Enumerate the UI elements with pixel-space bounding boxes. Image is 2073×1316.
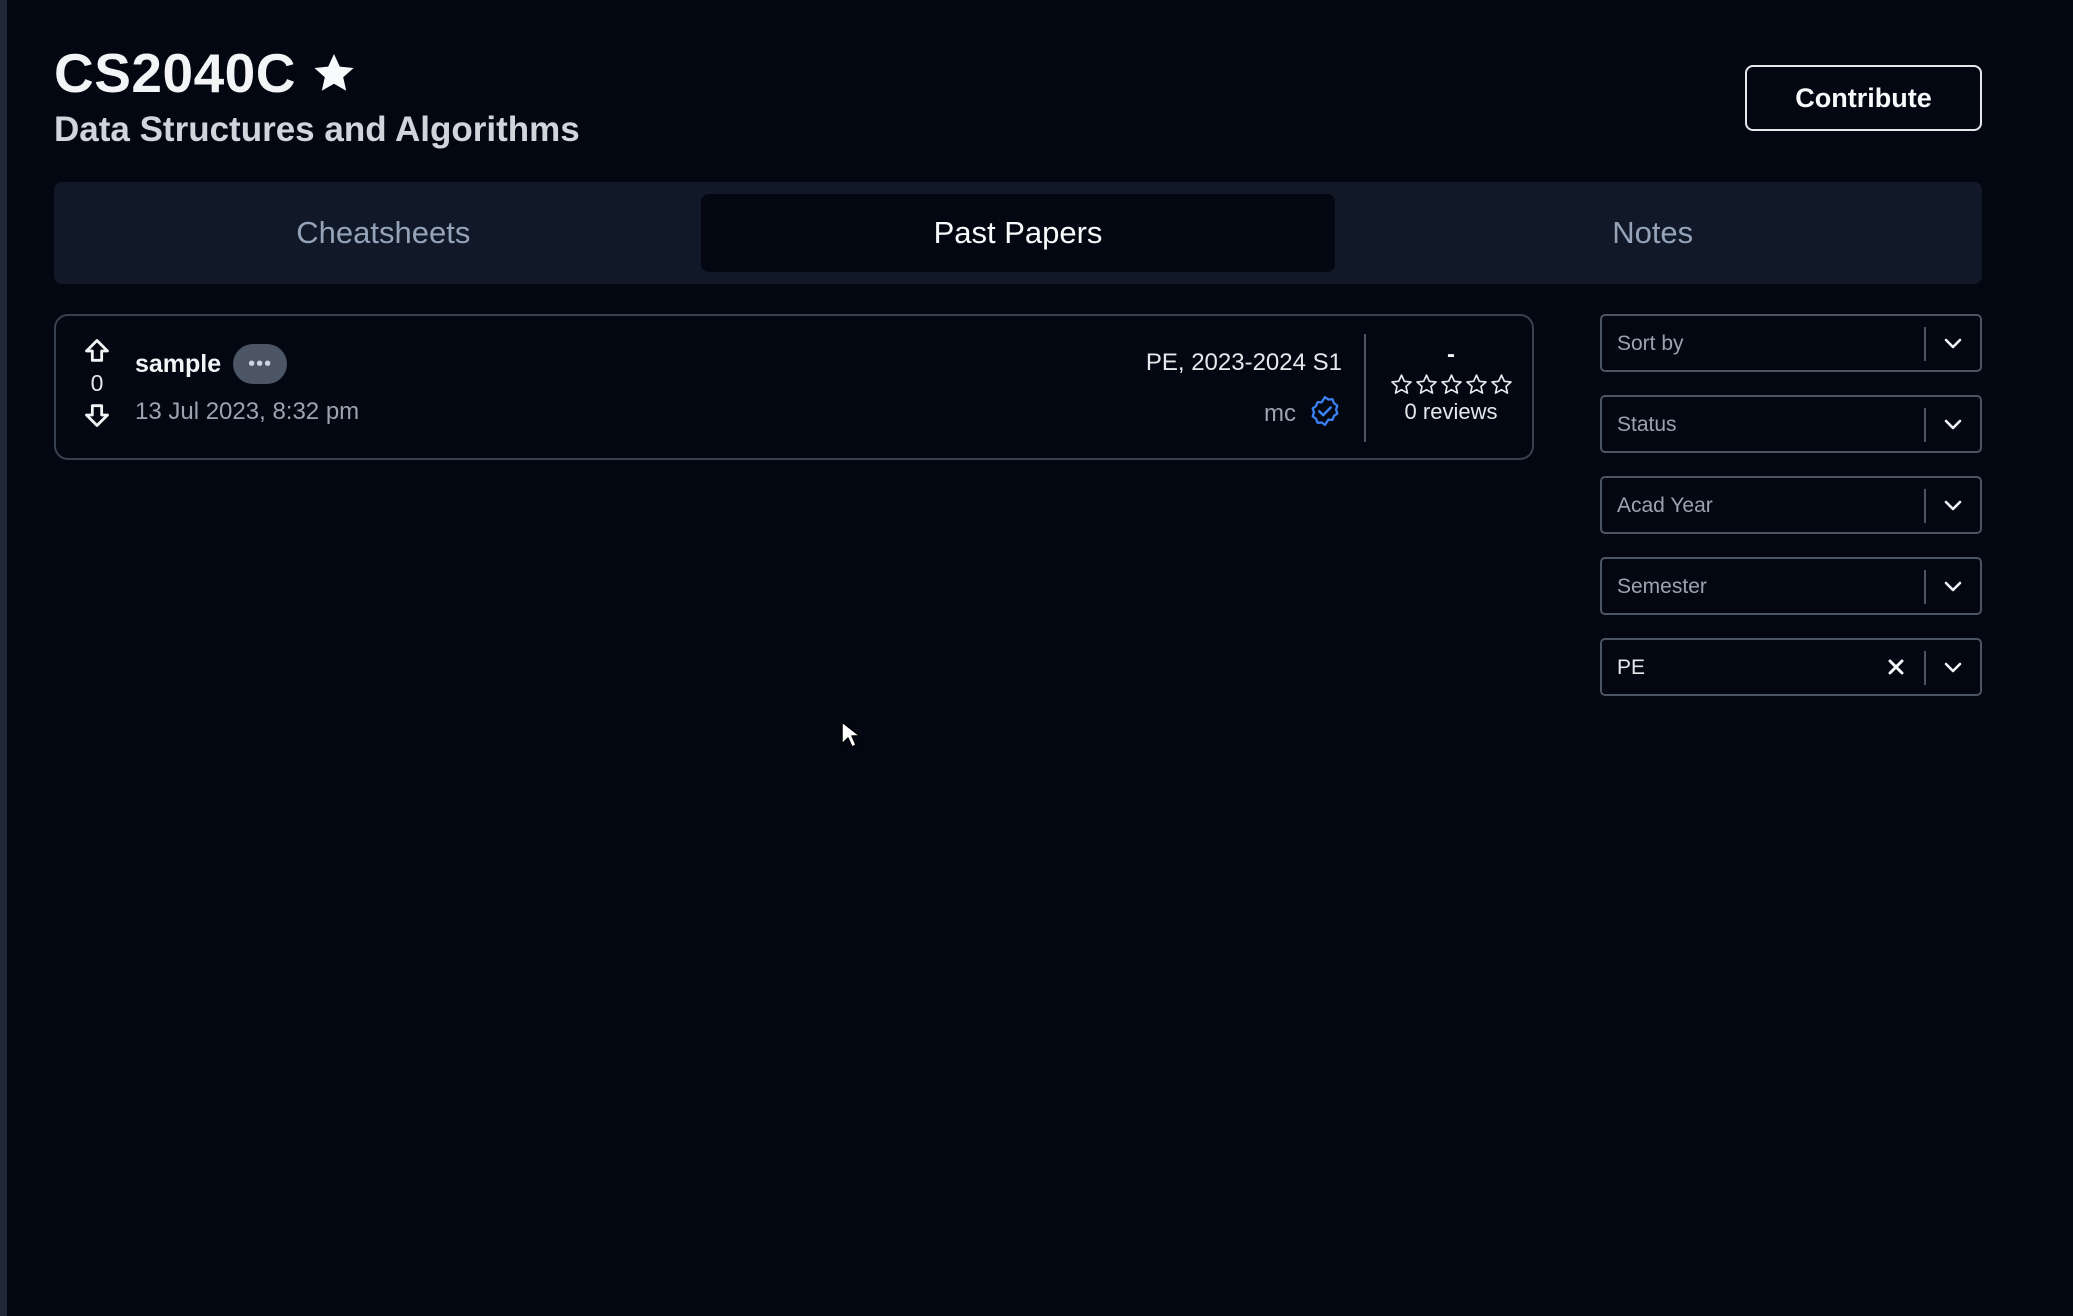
verified-badge-icon (1308, 394, 1342, 433)
acad-year-select[interactable]: Acad Year (1600, 476, 1982, 534)
select-placeholder: Acad Year (1617, 494, 1713, 517)
select-placeholder: Semester (1617, 575, 1707, 598)
upvote-arrow-icon[interactable] (82, 336, 112, 366)
card-divider (1364, 334, 1366, 442)
chevron-down-icon[interactable] (1942, 578, 1964, 596)
vote-column: 0 (82, 336, 112, 430)
course-title-row: CS2040C (54, 38, 1982, 108)
paper-title[interactable]: sample (135, 350, 221, 379)
vote-count: 0 (90, 370, 104, 396)
filter-panel: Sort by Status Acad Year Semester PE (1600, 314, 1982, 719)
uploader-name: mc (1264, 399, 1296, 427)
contribute-button[interactable]: Contribute (1745, 65, 1982, 131)
select-value: PE (1617, 656, 1646, 679)
paper-title-row: sample ••• (135, 344, 288, 384)
chevron-down-icon[interactable] (1942, 659, 1964, 677)
tab-past-papers[interactable]: Past Papers (700, 194, 1336, 272)
status-select[interactable]: Status (1600, 395, 1982, 453)
chevron-down-icon[interactable] (1942, 497, 1964, 515)
star-rating (1376, 372, 1526, 397)
select-placeholder: Status (1617, 413, 1677, 436)
select-separator (1924, 651, 1926, 685)
sort-by-select[interactable]: Sort by (1600, 314, 1982, 372)
select-separator (1924, 408, 1926, 442)
review-count: 0 reviews (1404, 399, 1498, 424)
mouse-cursor-icon (841, 721, 860, 748)
semester-select[interactable]: Semester (1600, 557, 1982, 615)
select-placeholder: Sort by (1617, 332, 1684, 355)
tab-notes[interactable]: Notes (1335, 194, 1970, 272)
star-icon[interactable] (310, 49, 358, 97)
rating-column: - 0 reviews (1376, 342, 1526, 425)
downvote-arrow-icon[interactable] (82, 400, 112, 430)
course-code: CS2040C (54, 42, 296, 104)
select-separator (1924, 327, 1926, 361)
paper-meta: PE, 2023-2024 S1 mc (1146, 348, 1342, 433)
uploader-row: mc (1146, 394, 1342, 433)
resource-tabs: Cheatsheets Past Papers Notes (54, 182, 1982, 284)
star-outline-icon[interactable] (1439, 372, 1464, 397)
paper-type: PE, 2023-2024 S1 (1145, 349, 1342, 376)
close-icon[interactable] (1884, 655, 1908, 679)
course-header: CS2040C Data Structures and Algorithms C… (54, 38, 1982, 158)
star-outline-icon[interactable] (1489, 372, 1514, 397)
chevron-down-icon[interactable] (1942, 416, 1964, 434)
select-separator (1924, 489, 1926, 523)
chevron-down-icon[interactable] (1942, 335, 1964, 353)
rating-value: - (1447, 341, 1455, 368)
star-outline-icon[interactable] (1464, 372, 1489, 397)
select-separator (1924, 570, 1926, 604)
more-options-icon[interactable]: ••• (233, 344, 288, 384)
window-edge (0, 0, 7, 1316)
paper-card[interactable]: 0 sample ••• 13 Jul 2023, 8:32 pm PE, 20… (54, 314, 1534, 460)
exam-type-select[interactable]: PE (1600, 638, 1982, 696)
tab-cheatsheets[interactable]: Cheatsheets (66, 194, 701, 272)
star-outline-icon[interactable] (1414, 372, 1439, 397)
paper-date: 13 Jul 2023, 8:32 pm (135, 398, 360, 425)
course-page: CS2040C Data Structures and Algorithms C… (54, 0, 1982, 1316)
star-outline-icon[interactable] (1389, 372, 1414, 397)
course-name: Data Structures and Algorithms (54, 110, 580, 149)
